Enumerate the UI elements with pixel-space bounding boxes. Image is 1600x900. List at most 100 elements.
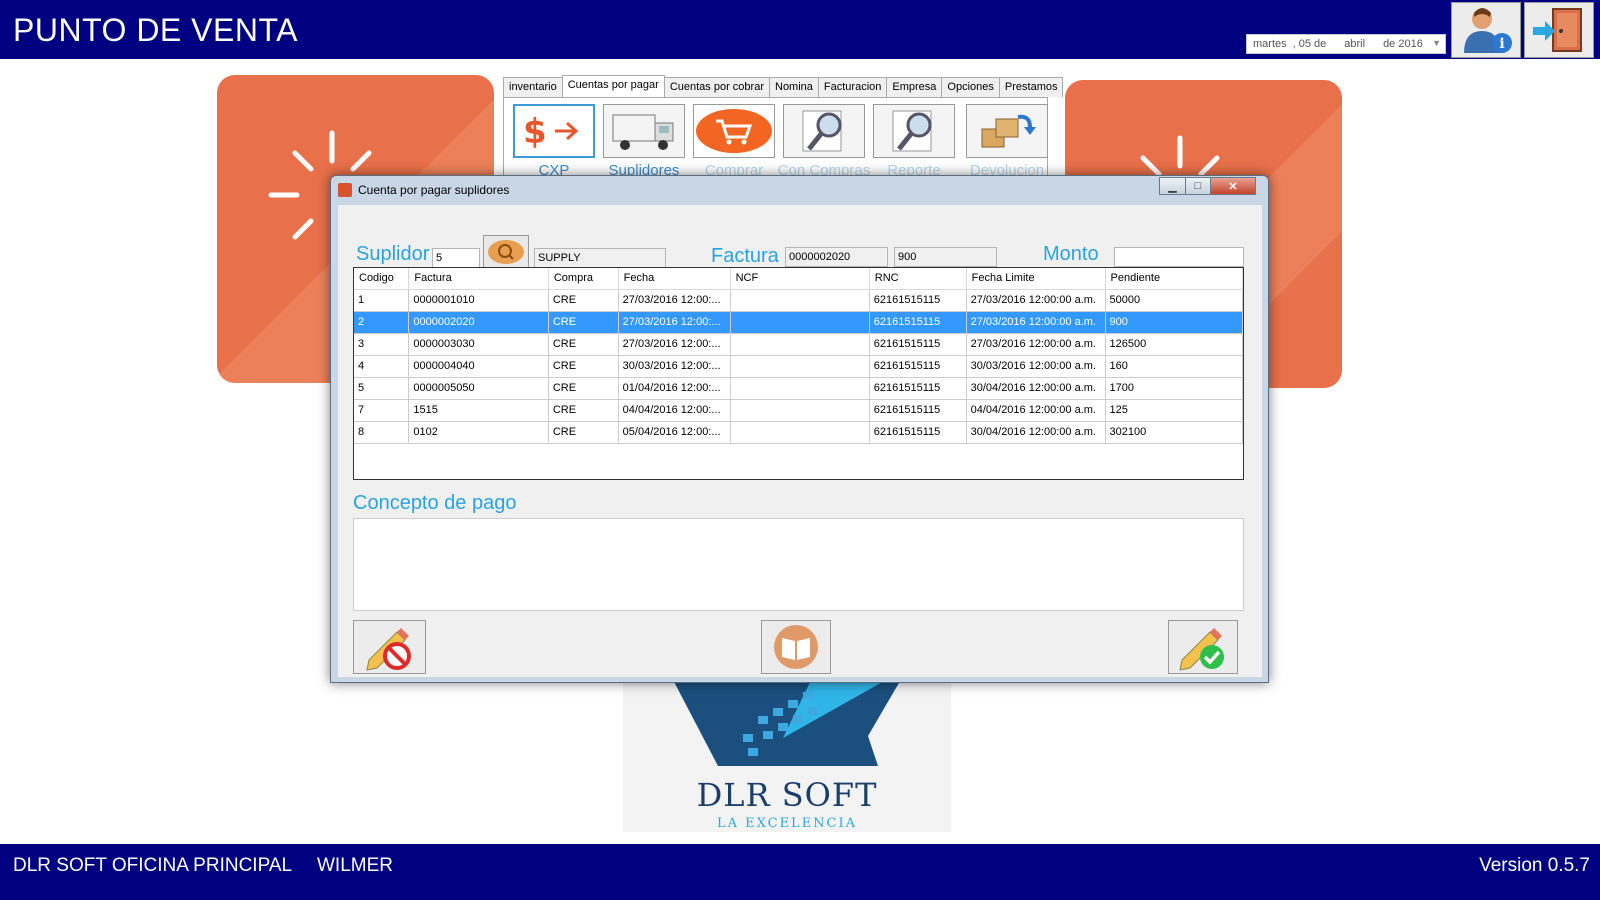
magnifier-icon (802, 110, 842, 152)
column-header[interactable]: Factura (408, 268, 549, 290)
tab-inventario[interactable]: inventario (503, 77, 563, 97)
table-cell: 62161515115 (869, 311, 967, 334)
tab-opciones[interactable]: Opciones (941, 77, 1000, 97)
table-cell: 62161515115 (869, 421, 967, 444)
suplidor-id-field[interactable]: 5 (432, 248, 480, 268)
table-row[interactable]: 1 0000001010 CRE 27/03/2016 12:00:... 621615… (354, 289, 1243, 312)
chevron-down-icon[interactable]: ▼ (1432, 38, 1441, 48)
tab-cuentas-por-cobrar[interactable]: Cuentas por cobrar (663, 77, 770, 97)
monto-input[interactable] (1114, 247, 1244, 267)
column-header[interactable]: NCF (730, 268, 870, 290)
reporte-button[interactable] (873, 104, 955, 158)
comprar-button[interactable] (693, 104, 775, 158)
table-cell: 62161515115 (869, 377, 967, 400)
column-header[interactable]: Compra (548, 268, 619, 290)
svg-text:$: $ (523, 112, 547, 152)
table-cell: 0000003030 (408, 333, 549, 356)
tab-nomina[interactable]: Nomina (769, 77, 819, 97)
table-cell: 0102 (408, 421, 549, 444)
table-cell: 1515 (408, 399, 549, 422)
concepto-label: Concepto de pago (353, 492, 517, 514)
table-cell: 1700 (1105, 377, 1243, 400)
main-tabs: inventario Cuentas por pagar Cuentas por… (503, 75, 1064, 97)
exit-button[interactable] (1524, 2, 1594, 58)
date-weekday: martes (1253, 38, 1287, 50)
con-compras-button[interactable] (783, 104, 865, 158)
table-row[interactable]: 5 0000005050 CRE 01/04/2016 12:00:... 621615… (354, 377, 1243, 400)
table-cell: CRE (548, 377, 619, 400)
suplidor-label: Suplidor (356, 243, 430, 265)
date-picker[interactable]: martes , 05 de abril de 2016 ▼ (1246, 34, 1446, 54)
search-suplidor-button[interactable] (483, 235, 529, 269)
app-icon (338, 183, 352, 197)
table-cell: 62161515115 (869, 399, 967, 422)
dialog-title: Cuenta por pagar suplidores (358, 183, 510, 197)
maximize-button[interactable]: □ (1185, 177, 1211, 195)
devolucion-button[interactable] (966, 104, 1048, 158)
column-header[interactable]: RNC (869, 268, 967, 290)
date-month: abril (1344, 38, 1366, 50)
table-cell: 27/03/2016 12:00:00 a.m. (966, 311, 1106, 334)
dollar-arrow-icon: $ (523, 112, 579, 152)
close-button[interactable]: ✕ (1210, 177, 1256, 195)
company-logo: DLR SOFT LA EXCELENCIA (623, 676, 951, 832)
minimize-button[interactable]: ▁ (1159, 177, 1186, 195)
table-cell: CRE (548, 289, 619, 312)
suplidores-button[interactable] (603, 104, 685, 158)
column-header[interactable]: Codigo (354, 268, 410, 290)
table-cell: 4 (354, 355, 410, 378)
table-cell: 27/03/2016 12:00:00 a.m. (966, 333, 1106, 356)
search-icon (488, 240, 524, 264)
factura-number-field: 0000002020 (785, 247, 888, 267)
cxp-button[interactable]: $ (513, 104, 595, 158)
invoices-grid[interactable]: Codigo Factura Compra Fecha NCF RNC Fecha Limi… (353, 267, 1244, 480)
table-header: Codigo Factura Compra Fecha NCF RNC Fecha Limi… (354, 268, 1243, 290)
user-info-button[interactable]: i (1451, 2, 1521, 58)
boxes-return-icon (981, 114, 1036, 148)
magnifier-report-icon (892, 110, 932, 152)
book-button[interactable] (761, 620, 831, 674)
date-year: de 2016 (1383, 38, 1423, 50)
cxp-suplidores-dialog: Cuenta por pagar suplidores ▁ □ ✕ Suplid… (330, 175, 1269, 683)
table-cell: 3 (354, 333, 410, 356)
table-row[interactable]: 3 0000003030 CRE 27/03/2016 12:00:... 621615… (354, 333, 1243, 356)
table-row[interactable]: 8 0102 CRE 05/04/2016 12:00:... 62161515115 3… (354, 421, 1243, 444)
table-cell: 30/04/2016 12:00:00 a.m. (966, 421, 1106, 444)
user-name: WILMER (317, 855, 393, 876)
concepto-input[interactable] (353, 518, 1244, 611)
table-cell: 126500 (1105, 333, 1243, 356)
book-icon (774, 625, 818, 669)
exit-door-icon (1533, 8, 1582, 52)
table-cell: 01/04/2016 12:00:... (618, 377, 731, 400)
table-cell: 30/03/2016 12:00:00 a.m. (966, 355, 1106, 378)
table-row[interactable]: 4 0000004040 CRE 30/03/2016 12:00:... 621615… (354, 355, 1243, 378)
table-cell: 302100 (1105, 421, 1243, 444)
table-cell: 0000005050 (408, 377, 549, 400)
table-cell: 1 (354, 289, 410, 312)
table-cell: CRE (548, 333, 619, 356)
svg-text:i: i (1499, 36, 1504, 52)
cancel-button[interactable] (353, 620, 426, 674)
table-cell: 27/03/2016 12:00:... (618, 333, 731, 356)
table-cell: 125 (1105, 399, 1243, 422)
tab-facturacion[interactable]: Facturacion (817, 77, 888, 97)
table-cell: 0000001010 (408, 289, 549, 312)
table-cell: 160 (1105, 355, 1243, 378)
tab-cuentas-por-pagar[interactable]: Cuentas por pagar (561, 75, 665, 97)
save-button[interactable] (1168, 620, 1238, 674)
column-header[interactable]: Pendiente (1105, 268, 1243, 290)
table-cell (730, 333, 870, 356)
suplidor-name-field: SUPPLY (534, 248, 666, 268)
tab-empresa[interactable]: Empresa (886, 77, 943, 97)
table-cell: 5 (354, 377, 410, 400)
table-cell: 30/04/2016 12:00:00 a.m. (966, 377, 1106, 400)
table-cell: 62161515115 (869, 355, 967, 378)
dialog-titlebar[interactable]: Cuenta por pagar suplidores (331, 176, 1268, 204)
table-row[interactable]: 2 0000002020 CRE 27/03/2016 12:00:... 621615… (354, 311, 1243, 334)
tab-prestamos[interactable]: Prestamos (998, 77, 1064, 97)
table-cell (730, 421, 870, 444)
column-header[interactable]: Fecha Limite (966, 268, 1106, 290)
column-header[interactable]: Fecha (618, 268, 731, 290)
table-cell: CRE (548, 421, 619, 444)
table-row[interactable]: 7 1515 CRE 04/04/2016 12:00:... 62161515115 0… (354, 399, 1243, 422)
